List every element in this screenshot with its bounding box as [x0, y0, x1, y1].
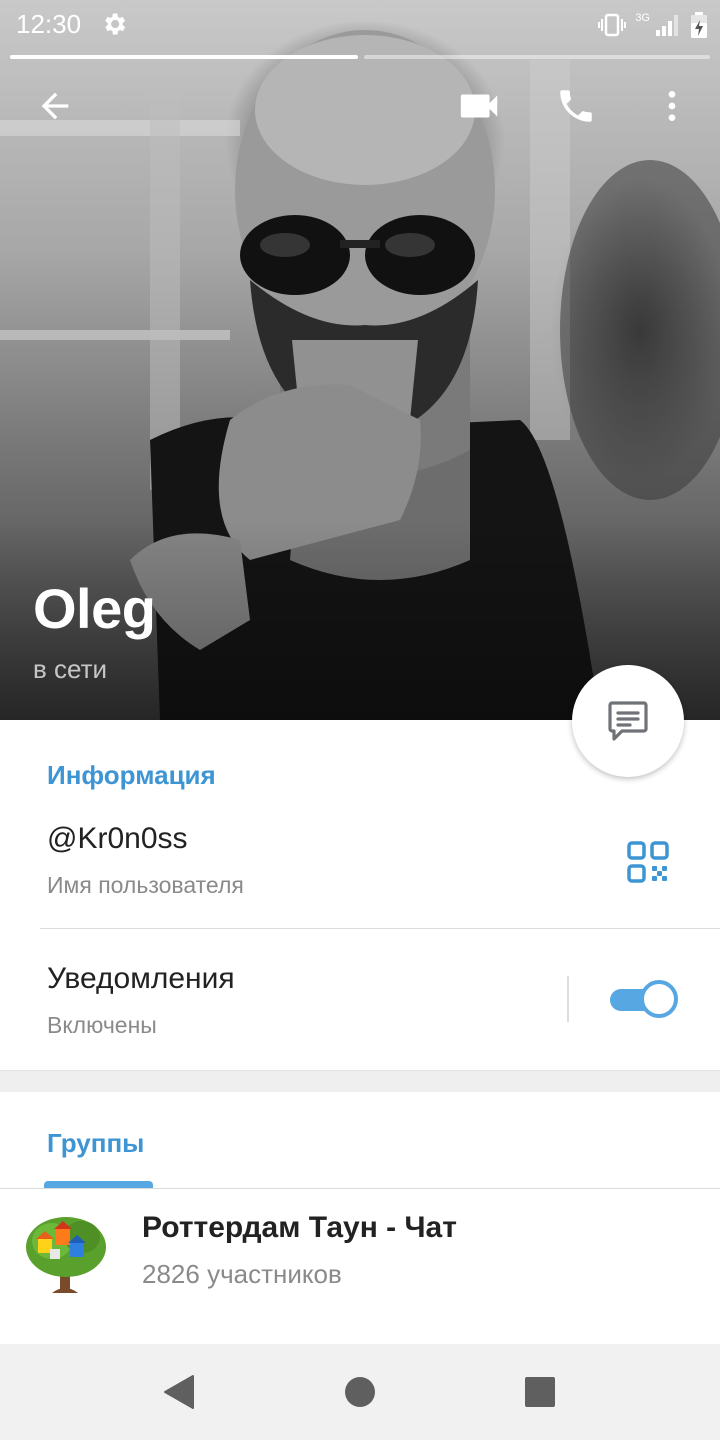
group-list-item[interactable]: Роттердам Таун - Чат 2826 участников	[0, 1189, 720, 1344]
nav-home-button[interactable]	[340, 1372, 380, 1412]
signal-icon	[656, 15, 678, 36]
qr-code-button[interactable]	[624, 838, 672, 886]
more-menu-button[interactable]	[644, 78, 700, 134]
groups-section: Группы Роттердам Таун - Чат 2826 участни…	[0, 1092, 720, 1344]
tab-indicator	[44, 1181, 153, 1188]
network-type: 3G	[635, 12, 650, 24]
username-value[interactable]: @Kr0n0ss	[47, 822, 188, 856]
notifications-title[interactable]: Уведомления	[47, 962, 235, 996]
info-section-title: Информация	[47, 760, 216, 790]
vibrate-icon	[598, 13, 627, 37]
username-caption: Имя пользователя	[47, 872, 244, 898]
profile-name: Oleg	[33, 577, 156, 640]
status-time: 12:30	[16, 9, 82, 39]
status-bar: 12:30 3G	[0, 0, 720, 50]
group-name: Роттердам Таун - Чат	[142, 1211, 457, 1244]
phone-icon	[560, 90, 592, 122]
info-divider	[40, 928, 720, 929]
more-vertical-icon	[668, 91, 676, 121]
tab-groups[interactable]: Группы	[47, 1128, 144, 1159]
arrow-left-icon	[41, 92, 69, 120]
video-call-button[interactable]	[452, 78, 508, 134]
battery-charging-icon	[691, 12, 707, 38]
section-gap	[0, 1070, 720, 1092]
chat-bubble-icon	[608, 701, 648, 741]
nav-recents-square-icon	[525, 1377, 555, 1407]
toggle-knob	[640, 980, 678, 1018]
video-camera-icon	[460, 94, 498, 118]
nav-back-triangle-icon	[164, 1375, 194, 1409]
group-member-count: 2826 участников	[142, 1259, 342, 1289]
send-message-button[interactable]	[572, 665, 684, 777]
profile-header: 12:30 3G Oleg в сети	[0, 0, 720, 720]
nav-recents-button[interactable]	[520, 1372, 560, 1412]
status-icons: 3G	[597, 10, 708, 40]
story-progress-active	[10, 55, 358, 59]
nav-back-button[interactable]	[158, 1372, 198, 1412]
settings-gear-icon	[105, 13, 126, 35]
notifications-state: Включены	[47, 1012, 157, 1038]
profile-status: в сети	[33, 654, 108, 684]
qr-code-icon	[627, 841, 669, 883]
story-progress-inactive	[364, 55, 710, 59]
system-nav-bar	[0, 1344, 720, 1440]
nav-home-circle-icon	[345, 1377, 375, 1407]
notifications-toggle[interactable]	[610, 980, 678, 1018]
voice-call-button[interactable]	[548, 78, 604, 134]
notifications-separator	[567, 976, 569, 1022]
back-button[interactable]	[27, 78, 83, 134]
group-avatar	[26, 1217, 106, 1293]
